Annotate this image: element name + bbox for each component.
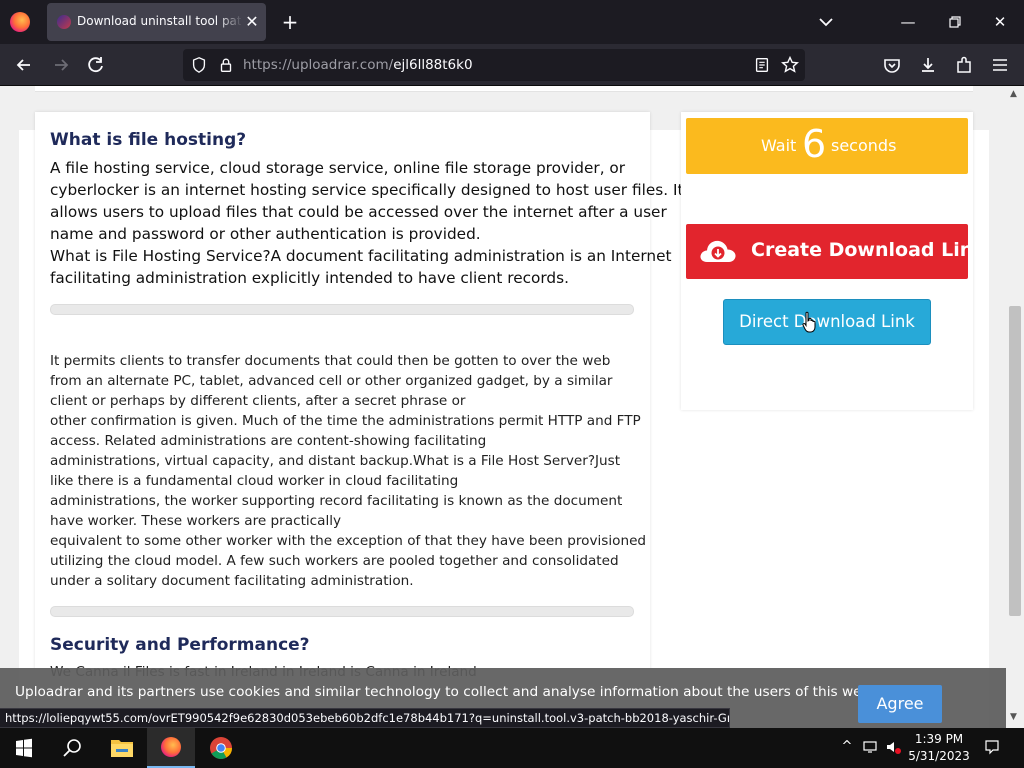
- volume-muted-icon[interactable]: [885, 739, 901, 755]
- list-all-tabs-icon[interactable]: [816, 12, 836, 32]
- wait-countdown-box: Wait 6 seconds: [686, 118, 968, 174]
- divider: [50, 606, 634, 617]
- reload-icon[interactable]: [86, 55, 106, 75]
- heading-security-performance: Security and Performance?: [50, 635, 310, 655]
- divider: [50, 304, 634, 315]
- browser-tab-strip: Download uninstall tool patch b ✕ + — ✕: [0, 0, 1024, 44]
- cloud-download-icon: [700, 240, 736, 262]
- system-clock[interactable]: 1:39 PM 5/31/2023: [905, 731, 973, 765]
- web-page: What is file hosting? A file hosting ser…: [0, 86, 1006, 728]
- link-status-tooltip: https://loliepqywt55.com/ovrET990542f9e6…: [0, 708, 730, 728]
- file-explorer-icon[interactable]: [98, 728, 146, 768]
- url-text: https://uploadrar.com/ejl6ll88t6k0: [243, 57, 473, 73]
- forward-icon[interactable]: [51, 55, 71, 75]
- heading-what-is-file-hosting: What is file hosting?: [50, 130, 247, 150]
- agree-button[interactable]: Agree: [858, 685, 942, 723]
- bookmark-star-icon[interactable]: [780, 55, 800, 75]
- reader-view-icon[interactable]: [753, 56, 771, 74]
- shield-icon[interactable]: [190, 56, 208, 74]
- new-tab-icon[interactable]: +: [280, 12, 300, 32]
- notifications-icon[interactable]: [984, 739, 1000, 755]
- hamburger-menu-icon[interactable]: [990, 55, 1010, 75]
- windows-taskbar: ^ 1:39 PM 5/31/2023: [0, 728, 1024, 768]
- network-icon[interactable]: [862, 739, 878, 755]
- create-download-link-button[interactable]: Create Download Link: [686, 224, 986, 279]
- restore-icon[interactable]: [945, 12, 965, 32]
- countdown-number: 6: [802, 122, 827, 166]
- intro-paragraph: A file hosting service, cloud storage se…: [50, 159, 684, 287]
- browser-navigation-bar: https://uploadrar.com/ejl6ll88t6k0: [0, 44, 1024, 86]
- windows-start-icon[interactable]: [0, 728, 48, 768]
- hand-cursor-icon: [802, 311, 816, 333]
- tab-favicon-icon: [57, 15, 71, 29]
- cookie-message: Uploadrar and its partners use cookies a…: [15, 684, 900, 700]
- back-icon[interactable]: [14, 55, 34, 75]
- chrome-icon[interactable]: [197, 728, 245, 768]
- page-scrollbar[interactable]: ▲ ▼: [1006, 86, 1024, 728]
- scroll-up-arrow-icon[interactable]: ▲: [1010, 89, 1017, 99]
- firefox-menu-icon[interactable]: [10, 12, 30, 32]
- scroll-down-arrow-icon[interactable]: ▼: [1010, 712, 1017, 722]
- lock-icon[interactable]: [217, 56, 235, 74]
- pocket-icon[interactable]: [882, 55, 902, 75]
- body-paragraph: It permits clients to transfer documents…: [50, 353, 647, 589]
- extensions-icon[interactable]: [954, 55, 974, 75]
- firefox-taskbar-icon[interactable]: [147, 728, 195, 768]
- downloads-icon[interactable]: [918, 55, 938, 75]
- show-hidden-icons-icon[interactable]: ^: [839, 739, 855, 755]
- scroll-thumb[interactable]: [1009, 306, 1021, 616]
- search-icon[interactable]: [48, 728, 96, 768]
- browser-tab[interactable]: Download uninstall tool patch b ✕: [47, 3, 266, 41]
- tab-close-icon[interactable]: ✕: [243, 13, 261, 31]
- minimize-icon[interactable]: —: [898, 12, 918, 32]
- close-window-icon[interactable]: ✕: [990, 12, 1010, 32]
- direct-download-link-button[interactable]: Direct Download Link: [723, 299, 931, 345]
- address-bar[interactable]: https://uploadrar.com/ejl6ll88t6k0: [183, 49, 805, 81]
